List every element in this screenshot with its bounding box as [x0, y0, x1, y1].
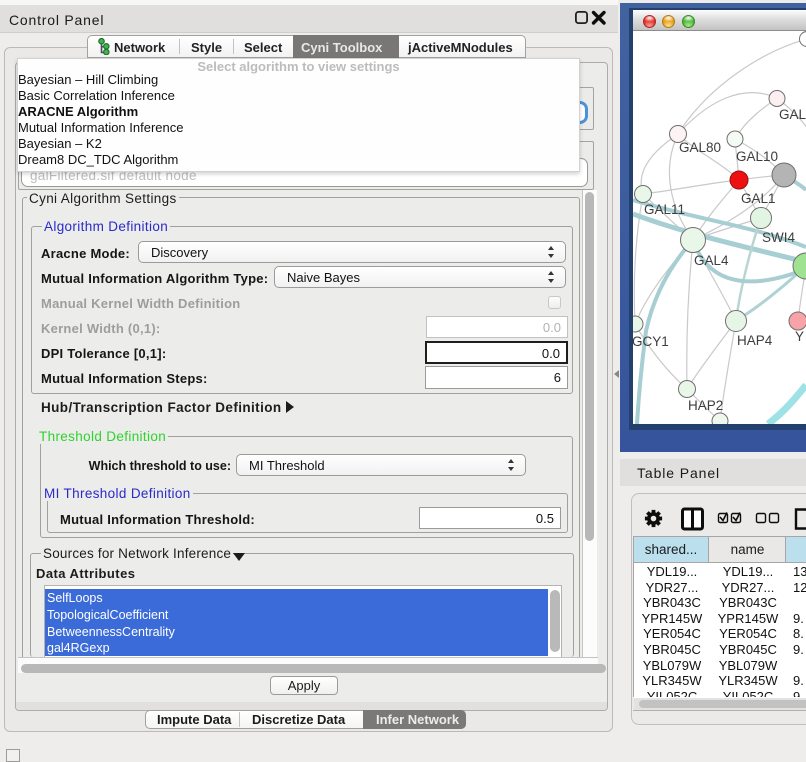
svg-text:GAL11: GAL11	[644, 202, 685, 217]
svg-text:GAL80: GAL80	[679, 140, 721, 155]
svg-text:GCY1: GCY1	[633, 334, 669, 349]
svg-text:GAL4: GAL4	[694, 253, 729, 268]
svg-text:HAP4: HAP4	[737, 333, 773, 348]
svg-text:HAP2: HAP2	[688, 398, 723, 413]
svg-text:GAL10: GAL10	[736, 149, 778, 164]
svg-text:SWI4: SWI4	[762, 230, 795, 245]
svg-text:GAL: GAL	[779, 107, 806, 122]
svg-text:Y: Y	[795, 329, 804, 344]
svg-text:GAL1: GAL1	[741, 191, 776, 206]
